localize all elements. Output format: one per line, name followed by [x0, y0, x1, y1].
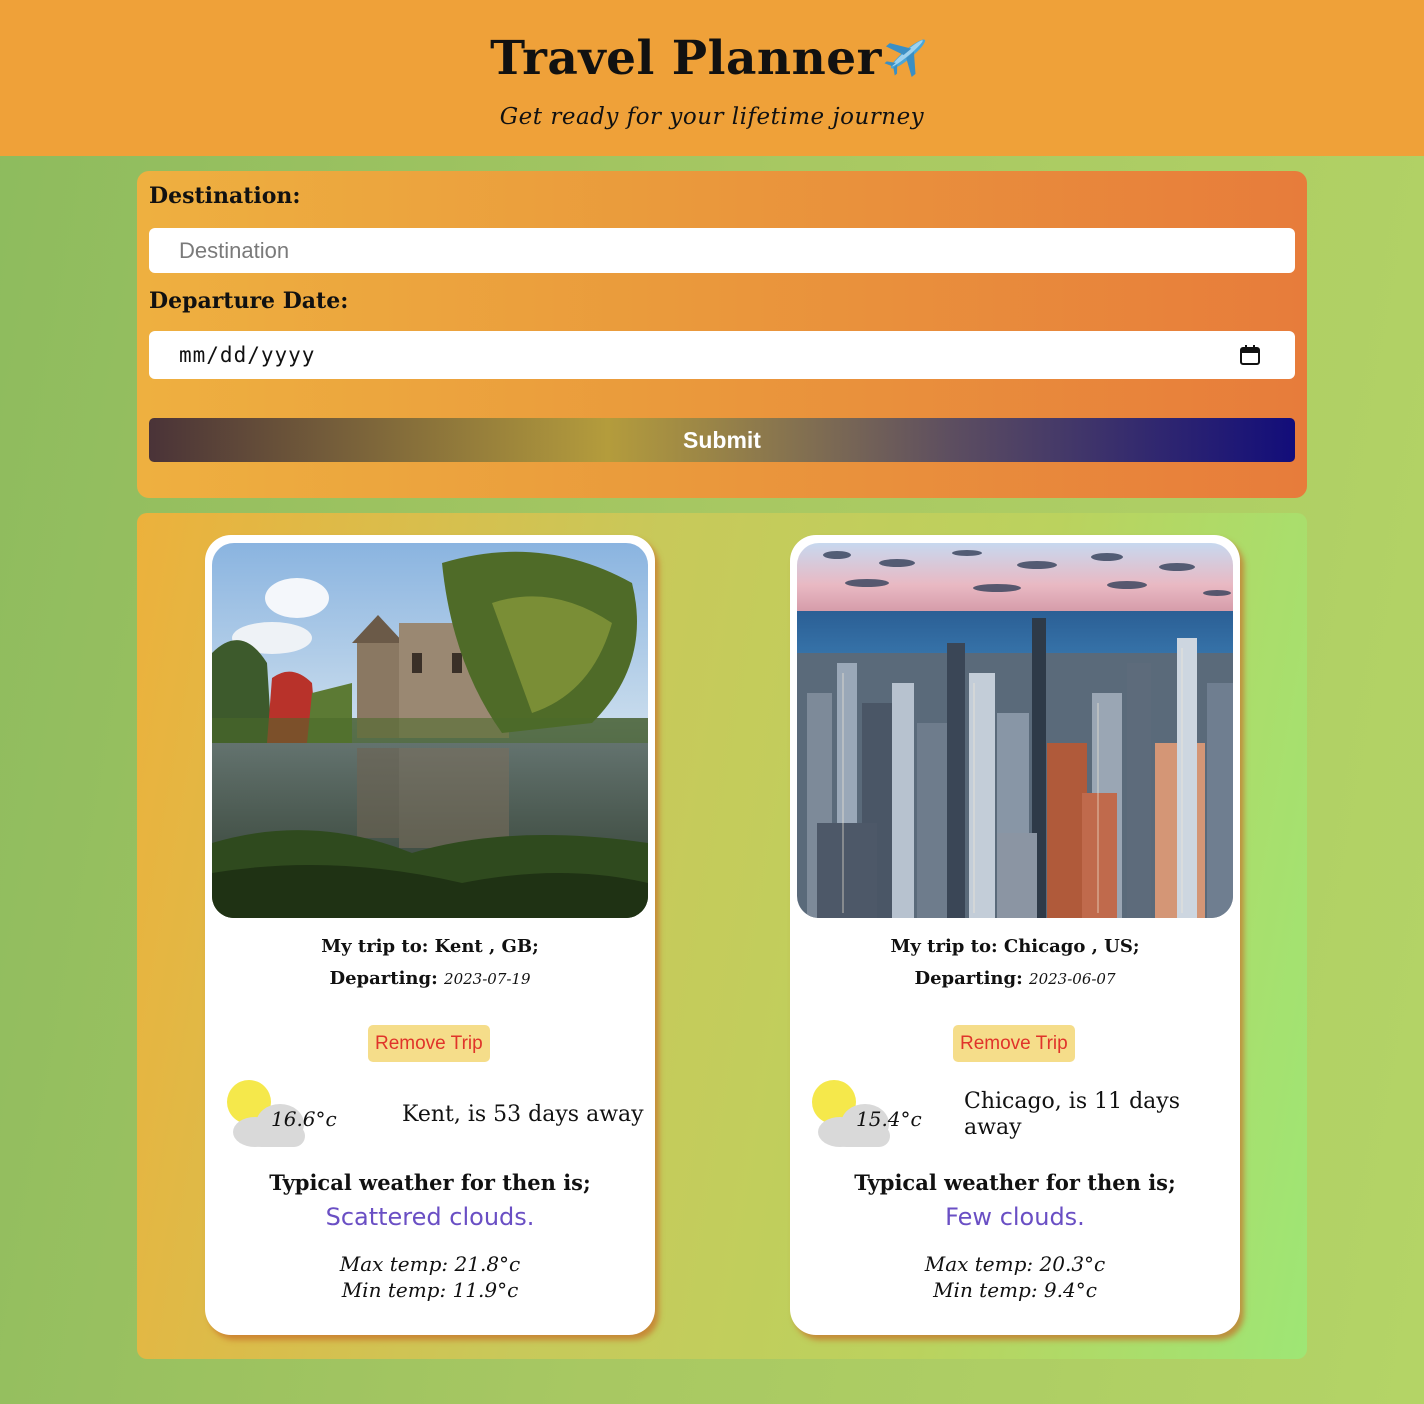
- castle-lake-image: [212, 543, 648, 918]
- trip-destination: My trip to: Kent , GB;: [321, 936, 539, 957]
- submit-button[interactable]: Submit: [149, 418, 1295, 462]
- page-subtitle: Get ready for your lifetime journey: [499, 104, 925, 130]
- remove-trip-button[interactable]: Remove Trip: [953, 1025, 1075, 1062]
- destination-input[interactable]: [149, 228, 1295, 273]
- trip-card: My trip to: Chicago , US; Departing: 202…: [790, 535, 1240, 1335]
- remove-trip-button[interactable]: Remove Trip: [368, 1025, 490, 1062]
- current-temperature: 15.4°c: [856, 1107, 922, 1131]
- days-away-text: Kent, is 53 days away: [402, 1102, 644, 1127]
- max-temperature: Max temp: 20.3°c: [924, 1252, 1106, 1276]
- date-placeholder: mm/dd/yyyy: [179, 343, 316, 367]
- weather-description: Few clouds.: [945, 1203, 1085, 1231]
- airplane-icon: [884, 39, 926, 78]
- min-temperature: Min temp: 11.9°c: [341, 1278, 519, 1302]
- days-away-text: Chicago, is 11 days away: [964, 1089, 1181, 1140]
- destination-label: Destination:: [149, 183, 301, 209]
- trip-destination: My trip to: Chicago , US;: [890, 936, 1140, 957]
- page-header: Travel Planner Get ready for your lifeti…: [0, 0, 1424, 156]
- page-title: Travel Planner: [0, 30, 1424, 86]
- current-temperature: 16.6°c: [271, 1107, 337, 1131]
- trip-card: My trip to: Kent , GB; Departing: 2023-0…: [205, 535, 655, 1335]
- destination-photo: [797, 543, 1233, 918]
- calendar-icon[interactable]: [1239, 344, 1261, 366]
- trip-departing: Departing: 2023-07-19: [329, 968, 531, 989]
- trips-container: My trip to: Kent , GB; Departing: 2023-0…: [137, 513, 1307, 1359]
- min-temperature: Min temp: 9.4°c: [933, 1278, 1097, 1302]
- destination-photo: [212, 543, 648, 918]
- max-temperature: Max temp: 21.8°c: [339, 1252, 521, 1276]
- city-skyline-image: [797, 543, 1233, 918]
- typical-weather-label: Typical weather for then is;: [854, 1170, 1176, 1195]
- departure-date-label: Departure Date:: [149, 288, 349, 314]
- trip-departing: Departing: 2023-06-07: [914, 968, 1116, 989]
- typical-weather-label: Typical weather for then is;: [269, 1170, 591, 1195]
- trip-form: Destination: Departure Date: mm/dd/yyyy …: [137, 171, 1307, 498]
- weather-description: Scattered clouds.: [325, 1203, 535, 1231]
- departure-date-input[interactable]: mm/dd/yyyy: [149, 331, 1295, 379]
